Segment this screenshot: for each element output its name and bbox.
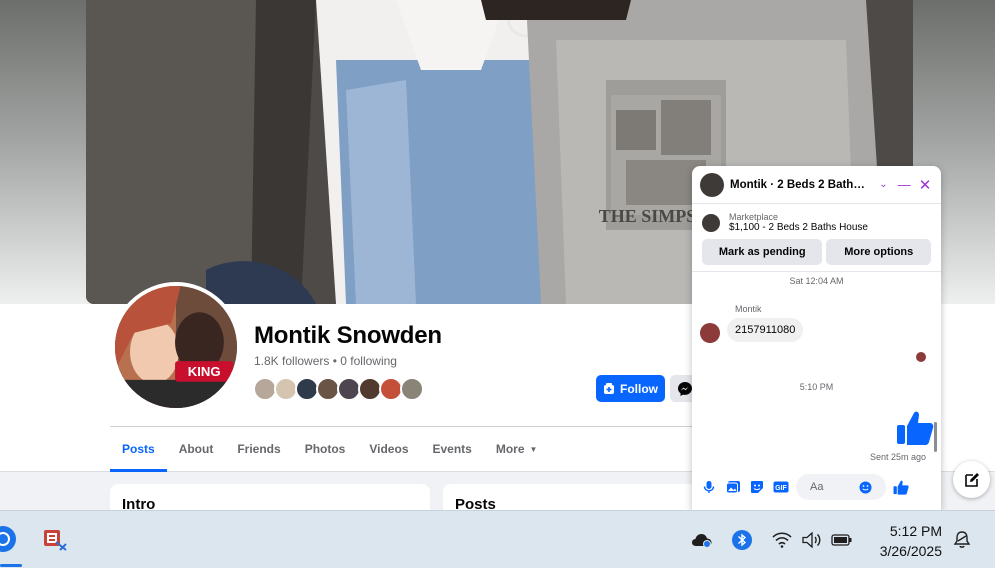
new-message-button[interactable] <box>953 461 990 498</box>
chat-composer: GIF Aa <box>692 472 941 502</box>
clock-time: 5:12 PM <box>889 523 942 539</box>
sticker-icon[interactable] <box>748 478 766 496</box>
tab-more[interactable]: More ▼ <box>484 427 550 472</box>
tab-events[interactable]: Events <box>421 427 484 472</box>
follow-icon <box>604 382 614 394</box>
marketplace-panel: Marketplace $1,100 - 2 Beds 2 Baths Hous… <box>692 204 941 272</box>
friend-avatars <box>253 377 424 402</box>
timestamp: Sat 12:04 AM <box>789 276 844 286</box>
bluetooth-icon[interactable] <box>730 528 754 552</box>
caret-down-icon: ▼ <box>529 444 538 454</box>
gif-icon[interactable]: GIF <box>772 478 790 496</box>
wifi-icon[interactable] <box>770 528 794 552</box>
follow-button[interactable]: Follow <box>596 375 665 402</box>
chat-scrollbar[interactable] <box>934 422 937 452</box>
close-icon[interactable]: ✕ <box>917 176 933 194</box>
profile-name: Montik Snowden <box>254 322 442 349</box>
onedrive-icon[interactable] <box>690 528 714 552</box>
taskbar: 5:12 PM 3/26/2025 <box>0 510 995 568</box>
listing-title[interactable]: $1,100 - 2 Beds 2 Baths House <box>729 222 868 233</box>
message-bubble[interactable]: 2157911080 <box>727 318 804 342</box>
profile-tabs: Posts About Friends Photos Videos Events… <box>110 427 549 472</box>
messenger-icon <box>678 381 692 396</box>
clock-date: 3/26/2025 <box>879 543 942 559</box>
mark-pending-button[interactable]: Mark as pending <box>702 239 823 265</box>
snipping-tool-icon[interactable] <box>40 524 70 554</box>
avatar-badge-text: KING <box>188 364 221 379</box>
notification-bell-icon[interactable] <box>950 528 974 552</box>
battery-icon[interactable] <box>830 528 854 552</box>
chat-header[interactable]: Montik · 2 Beds 2 Baths H... ⌄ — ✕ <box>692 166 941 204</box>
followers-link[interactable]: 1.8K followers <box>254 354 329 368</box>
chevron-down-icon[interactable]: ⌄ <box>876 179 892 190</box>
like-send-icon[interactable] <box>892 478 910 496</box>
message-placeholder: Aa <box>810 481 824 493</box>
sent-status: Sent 25m ago <box>870 452 927 462</box>
message-input[interactable]: Aa <box>796 474 886 500</box>
more-options-button[interactable]: More options <box>826 239 931 265</box>
follower-stats: 1.8K followers • 0 following <box>254 354 397 368</box>
photo-icon[interactable] <box>724 478 742 496</box>
system-clock[interactable]: 5:12 PM 3/26/2025 <box>862 521 942 561</box>
following-link[interactable]: 0 following <box>340 354 397 368</box>
tab-videos[interactable]: Videos <box>357 427 420 472</box>
profile-avatar[interactable]: KING <box>111 282 241 412</box>
active-app-indicator <box>0 564 22 567</box>
sender-name: Montik <box>735 304 762 314</box>
follow-label: Follow <box>620 381 658 396</box>
microphone-icon[interactable] <box>700 478 718 496</box>
tab-photos[interactable]: Photos <box>293 427 358 472</box>
emoji-icon[interactable] <box>859 481 872 494</box>
svg-text:GIF: GIF <box>775 485 787 492</box>
seen-avatar <box>916 352 926 362</box>
timestamp: 5:10 PM <box>799 382 834 392</box>
minimize-icon[interactable]: — <box>896 177 912 192</box>
marketplace-label: Marketplace <box>729 212 779 222</box>
stats-separator: • <box>332 354 337 368</box>
volume-icon[interactable] <box>800 528 824 552</box>
sender-avatar[interactable] <box>700 323 720 343</box>
tab-friends[interactable]: Friends <box>225 427 292 472</box>
tab-posts[interactable]: Posts <box>110 427 167 472</box>
tab-about[interactable]: About <box>167 427 226 472</box>
tab-more-label: More <box>495 442 525 456</box>
thumbs-up-icon[interactable] <box>896 410 934 451</box>
listing-thumbnail[interactable] <box>702 213 720 232</box>
chat-avatar[interactable] <box>700 172 724 197</box>
chrome-icon[interactable] <box>0 524 18 554</box>
compose-icon <box>964 472 979 487</box>
friend-avatar[interactable] <box>400 377 424 401</box>
chat-title[interactable]: Montik · 2 Beds 2 Baths H... <box>730 179 871 191</box>
chat-window: Montik · 2 Beds 2 Baths H... ⌄ — ✕ Marke… <box>692 166 941 510</box>
